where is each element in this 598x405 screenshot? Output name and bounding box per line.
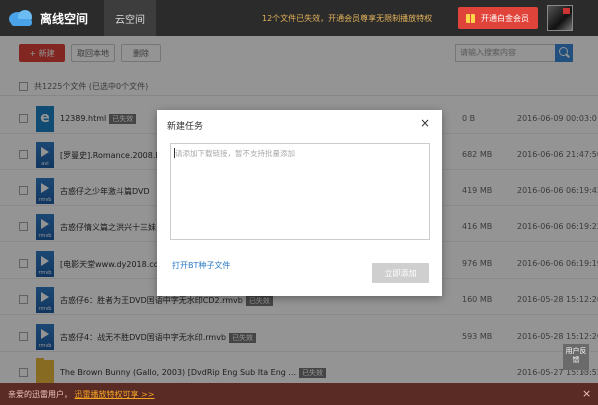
app-title: 离线空间	[40, 12, 89, 26]
expired-notice[interactable]: 12个文件已失效，开通会员尊享无限制播放特权	[262, 13, 452, 24]
open-bt-file-link[interactable]: 打开BT种子文件	[172, 260, 230, 271]
download-link-placeholder: 请添加下载链接，暂不支持批量添加	[175, 149, 295, 158]
dialog-title: 新建任务	[167, 122, 204, 132]
tab-cloud-space[interactable]: 云空间	[104, 0, 156, 36]
vip-button-label: 开通白金会员	[481, 13, 529, 23]
bottom-notice-text: 亲爱的迅雷用户，	[8, 390, 72, 399]
bottom-notice-link[interactable]: 迅雷播放特权可享 >>	[75, 390, 155, 399]
vip-button[interactable]: 开通白金会员	[458, 7, 538, 29]
top-bar: 离线空间 云空间 12个文件已失效，开通会员尊享无限制播放特权 开通白金会员	[0, 0, 598, 36]
feedback-close-icon[interactable]: ×	[580, 368, 588, 378]
cloud-logo-icon	[9, 10, 32, 26]
avatar[interactable]	[547, 5, 573, 31]
bottom-notice-close-icon[interactable]: ×	[582, 387, 591, 400]
gift-icon	[466, 13, 475, 23]
download-link-textarea[interactable]: 请添加下载链接，暂不支持批量添加	[170, 143, 430, 240]
bottom-notice-bar: 亲爱的迅雷用户， 迅雷播放特权可享 >> ×	[0, 383, 598, 405]
add-now-button[interactable]: 立即添加	[372, 263, 429, 283]
new-task-dialog: 新建任务 × 请添加下载链接，暂不支持批量添加 打开BT种子文件 立即添加	[157, 110, 442, 296]
feedback-button[interactable]: 用户反馈	[563, 344, 589, 370]
close-icon[interactable]: ×	[420, 116, 430, 130]
